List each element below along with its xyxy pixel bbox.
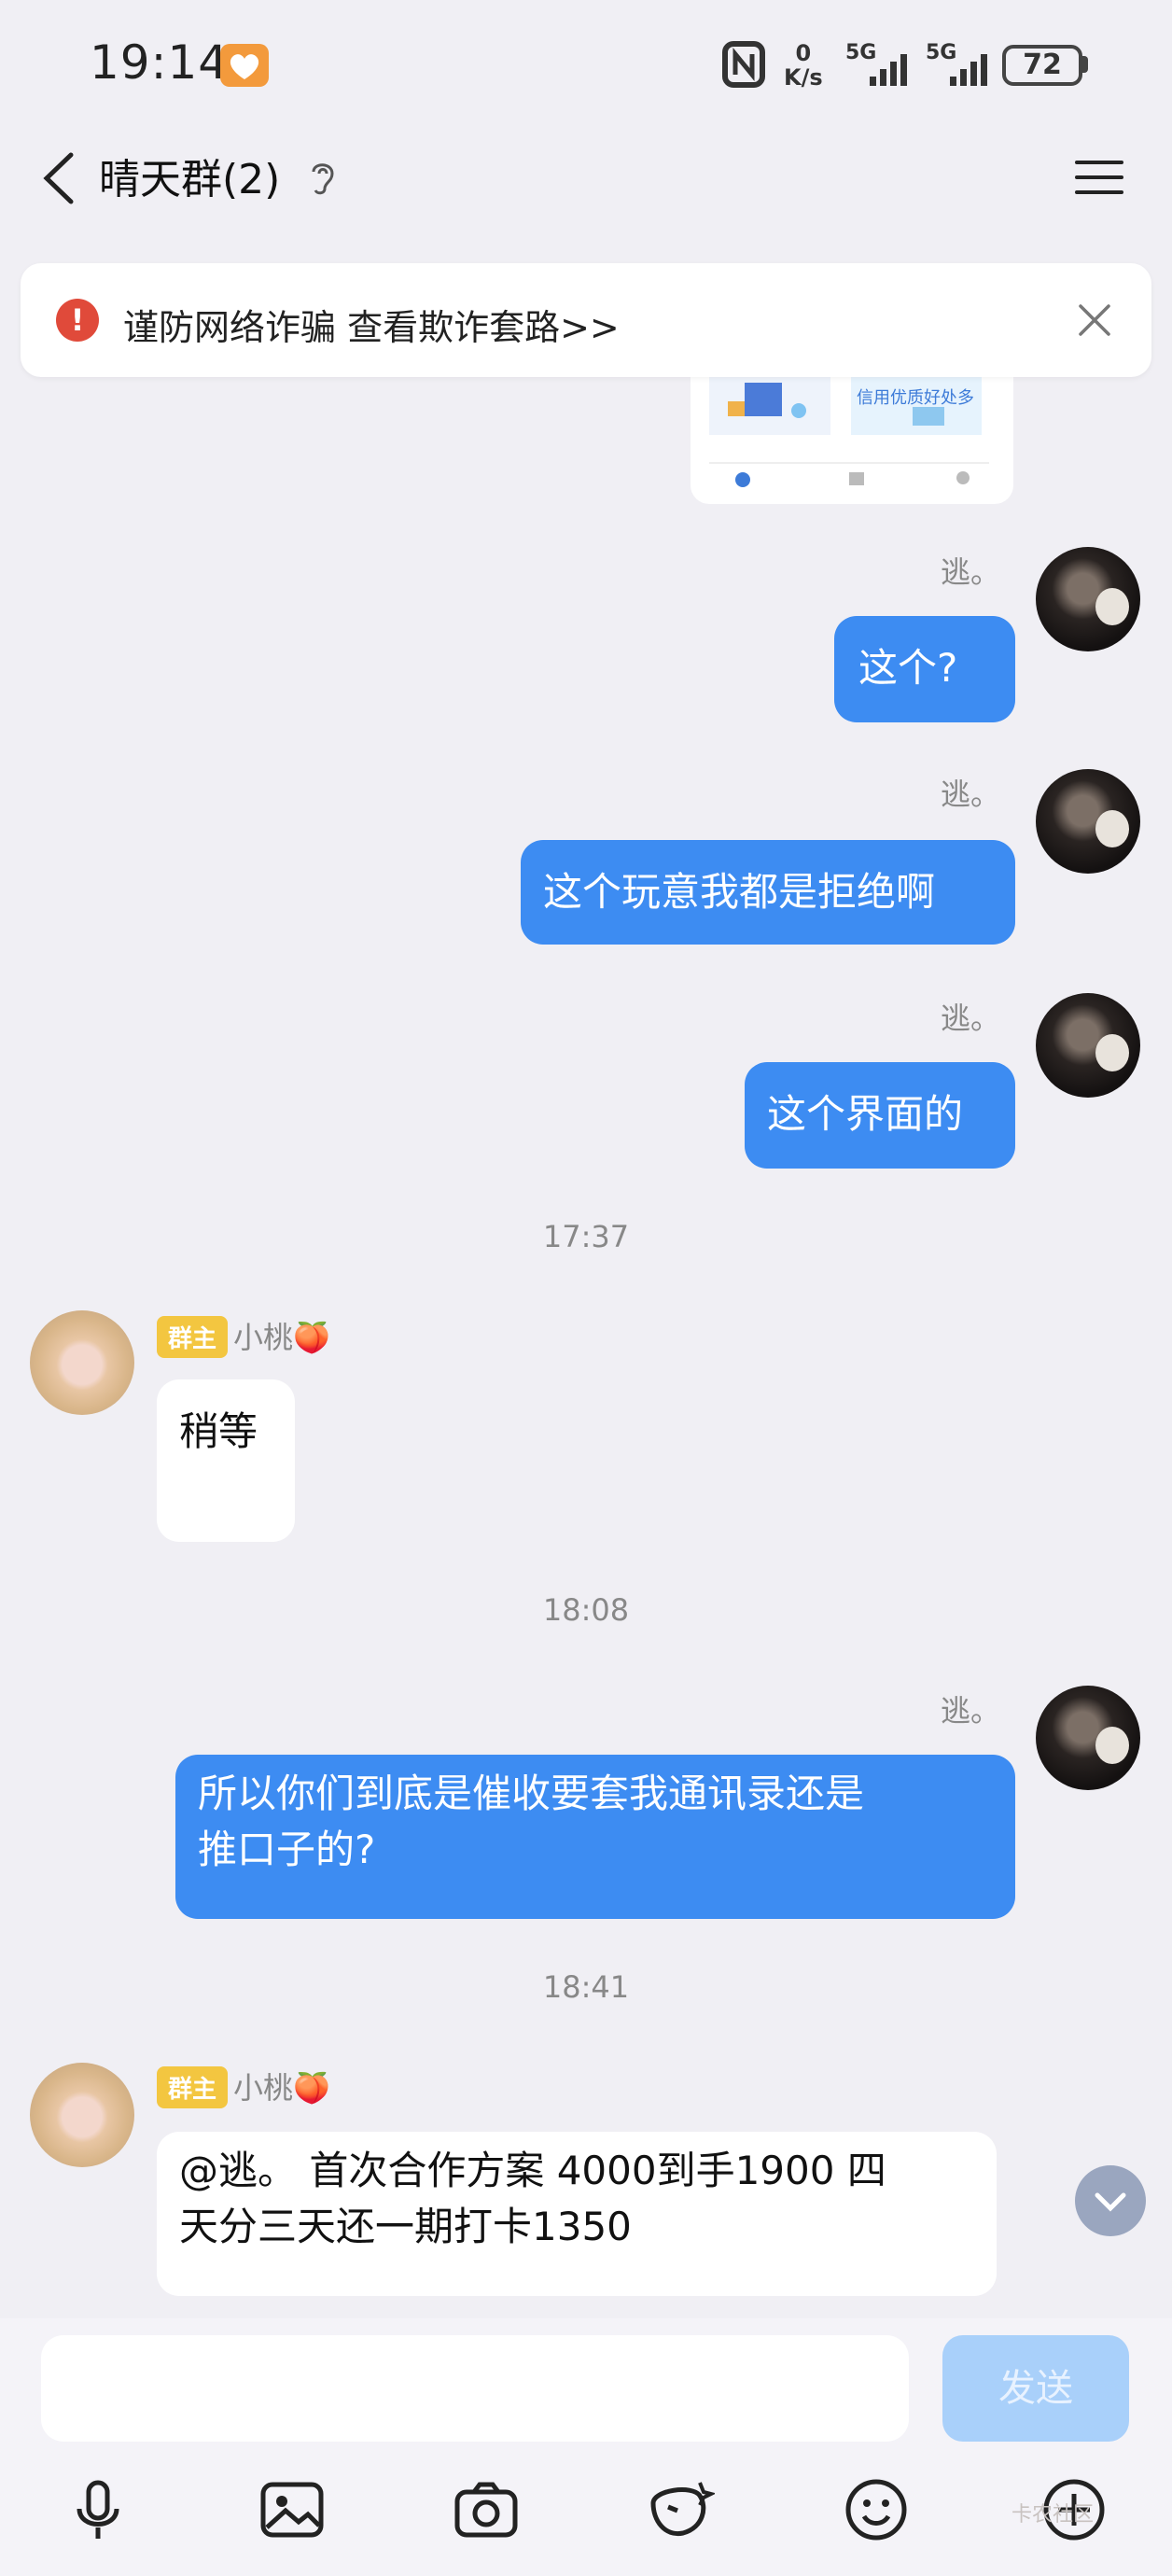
image-caption: 信用优质好处多 bbox=[857, 388, 974, 408]
message-bubble[interactable]: 所以你们到底是催收要套我通讯录还是 推口子的? bbox=[175, 1755, 1015, 1919]
image-message[interactable]: 信用优质好处多 bbox=[691, 373, 1013, 504]
close-icon bbox=[1079, 304, 1110, 336]
message-line: 天分三天还一期打卡1350 bbox=[179, 2204, 632, 2249]
sender-name: 逃。 bbox=[941, 777, 1001, 812]
close-notice-button[interactable] bbox=[1073, 299, 1116, 342]
sender-name: 小桃🍑 bbox=[233, 2070, 330, 2106]
sticker-icon[interactable] bbox=[646, 2475, 717, 2544]
status-time: 19:14 bbox=[90, 35, 230, 90]
scroll-to-bottom-button[interactable] bbox=[1075, 2165, 1146, 2236]
timestamp: 18:08 bbox=[542, 1592, 630, 1628]
avatar[interactable] bbox=[1036, 769, 1140, 874]
message-line: 所以你们到底是催收要套我通讯录还是 bbox=[198, 1771, 865, 1816]
microphone-icon[interactable] bbox=[63, 2475, 133, 2544]
emoji-icon[interactable] bbox=[842, 2475, 911, 2544]
watermark: 卡农社区 bbox=[1012, 2503, 1095, 2527]
message-bubble[interactable]: @逃。 首次合作方案 4000到手1900 四 天分三天还一期打卡1350 bbox=[157, 2132, 997, 2296]
avatar[interactable] bbox=[1036, 993, 1140, 1098]
message-bubble[interactable]: 这个界面的 bbox=[745, 1062, 1015, 1169]
group-owner-badge: 群主 bbox=[157, 1316, 229, 1358]
timestamp: 18:41 bbox=[542, 1969, 630, 2005]
avatar[interactable] bbox=[30, 1310, 134, 1415]
signal-icon bbox=[870, 54, 907, 86]
battery-indicator: 72 bbox=[1002, 45, 1082, 86]
send-button[interactable]: 发送 bbox=[942, 2335, 1129, 2442]
signal-icon bbox=[950, 54, 987, 86]
chevron-left-icon bbox=[43, 152, 74, 204]
sender-name: 逃。 bbox=[941, 1693, 1001, 1729]
message-line: 推口子的? bbox=[198, 1827, 376, 1872]
message-line: @逃。 首次合作方案 4000到手1900 四 bbox=[179, 2148, 886, 2193]
fraud-notice-text[interactable]: 谨防网络诈骗 查看欺诈套路>> bbox=[123, 299, 620, 350]
chevron-down-icon bbox=[1095, 2192, 1126, 2212]
group-owner-badge: 群主 bbox=[157, 2066, 229, 2108]
sender-name: 小桃🍑 bbox=[233, 1320, 330, 1355]
message-bubble[interactable]: 稍等 bbox=[157, 1379, 295, 1542]
camera-icon[interactable] bbox=[452, 2475, 521, 2544]
network-speed: 0 K/s bbox=[784, 40, 823, 91]
menu-button[interactable] bbox=[1073, 157, 1125, 198]
message-bubble[interactable]: 这个? bbox=[834, 616, 1015, 722]
battery-tip bbox=[1082, 56, 1088, 73]
avatar[interactable] bbox=[1036, 1686, 1140, 1790]
ear-icon[interactable] bbox=[308, 157, 338, 198]
sender-name: 逃。 bbox=[941, 554, 1001, 590]
warning-icon: ! bbox=[56, 299, 99, 342]
nfc-icon bbox=[722, 41, 765, 88]
message-bubble[interactable]: 这个玩意我都是拒绝啊 bbox=[521, 840, 1015, 945]
avatar[interactable] bbox=[1036, 547, 1140, 651]
avatar[interactable] bbox=[30, 2063, 134, 2167]
hamburger-icon bbox=[1075, 161, 1123, 194]
image-icon[interactable] bbox=[258, 2475, 327, 2544]
back-button[interactable] bbox=[34, 151, 88, 205]
message-input[interactable] bbox=[41, 2335, 909, 2442]
app-notification-icon bbox=[220, 44, 269, 87]
chat-title[interactable]: 晴天群(2) bbox=[99, 146, 280, 205]
sender-name: 逃。 bbox=[941, 1001, 1001, 1036]
timestamp: 17:37 bbox=[542, 1219, 630, 1254]
